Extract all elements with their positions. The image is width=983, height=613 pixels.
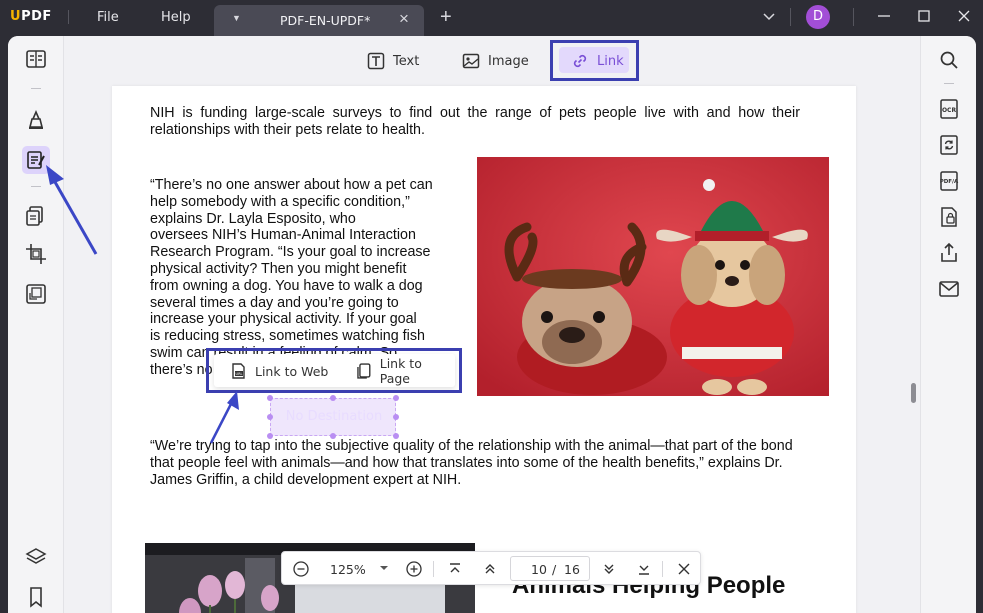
highlight-frame <box>206 348 462 393</box>
zoom-bar: 125% 10 / 16 <box>281 551 701 585</box>
convert-pdf-icon[interactable] <box>937 133 961 157</box>
right-toolbar: OCR PDF/A <box>920 36 976 613</box>
divider <box>31 88 41 89</box>
title-bar: UPDF File Help ▼ PDF-EN-UPDF* × + D <box>0 0 983 36</box>
resize-handle[interactable] <box>393 414 399 420</box>
protect-icon[interactable] <box>937 205 961 229</box>
resize-handle[interactable] <box>393 395 399 401</box>
text-tool-button[interactable]: Text <box>367 48 419 74</box>
minimize-icon[interactable] <box>876 8 892 24</box>
resize-handle[interactable] <box>267 395 273 401</box>
annotation-arrow <box>209 391 239 444</box>
zoom-level[interactable]: 125% <box>330 562 366 577</box>
share-icon[interactable] <box>937 241 961 265</box>
image-tool-button[interactable]: Image <box>462 48 529 74</box>
paragraph: “We’re trying to tap into the subjective… <box>150 438 793 488</box>
logo-rest: PDF <box>21 9 52 24</box>
edit-toolbar: Text Image Link <box>64 36 920 86</box>
scrollbar-thumb[interactable] <box>911 383 916 403</box>
search-icon[interactable] <box>937 48 961 72</box>
next-page-icon[interactable] <box>600 560 618 578</box>
menu-help[interactable]: Help <box>161 10 191 25</box>
divider <box>662 561 663 577</box>
image-icon <box>462 53 480 69</box>
dogs-photo[interactable] <box>477 157 829 396</box>
divider <box>853 8 854 26</box>
close-icon[interactable] <box>675 560 693 578</box>
maximize-icon[interactable] <box>916 8 932 24</box>
zoom-in-icon[interactable] <box>405 560 423 578</box>
text-line: “There’s no one answer about how a pet c… <box>150 177 433 193</box>
divider <box>790 8 791 26</box>
resize-handle[interactable] <box>267 414 273 420</box>
text-icon <box>367 52 385 70</box>
text-line: increase your physical activity. If your… <box>150 311 417 328</box>
zoom-dropdown-icon[interactable] <box>378 562 390 574</box>
convert-icon[interactable] <box>24 282 48 306</box>
link-destination-box[interactable]: No Destination <box>270 398 396 436</box>
divider <box>944 83 954 84</box>
app-logo: UPDF <box>10 9 52 24</box>
close-tab-icon[interactable]: × <box>399 9 409 29</box>
annotation-arrow <box>46 165 98 255</box>
resize-handle[interactable] <box>330 395 336 401</box>
svg-text:OCR: OCR <box>942 107 957 114</box>
text-line: help somebody with a specific condition,… <box>150 193 410 210</box>
zoom-out-icon[interactable] <box>292 560 310 578</box>
tab-title: PDF-EN-UPDF* <box>280 13 371 28</box>
first-page-icon[interactable] <box>446 560 464 578</box>
highlight-frame <box>550 40 639 81</box>
paragraph: NIH is funding large-scale surveys to fi… <box>150 105 800 138</box>
left-toolbar <box>8 36 64 613</box>
main-area: Text Image Link OCR PDF/A NIH is funding… <box>8 36 976 613</box>
image-tool-label: Image <box>488 53 529 69</box>
bookmark-icon[interactable] <box>24 585 48 609</box>
text-line: Research Program. “Is your goal to incre… <box>150 244 431 261</box>
email-icon[interactable] <box>937 277 961 301</box>
text-tool-label: Text <box>393 53 420 69</box>
ocr-icon[interactable]: OCR <box>937 97 961 121</box>
page-separator: / <box>552 562 557 577</box>
divider <box>68 10 69 24</box>
pdfa-icon[interactable]: PDF/A <box>937 169 961 193</box>
new-tab-button[interactable]: + <box>440 6 452 29</box>
no-destination-label: No Destination <box>285 409 383 424</box>
text-line: is reducing stress, sometimes watching f… <box>150 328 425 345</box>
current-page: 10 <box>531 562 547 577</box>
document-tab[interactable]: ▼ PDF-EN-UPDF* × <box>214 5 424 36</box>
text-line: oversees NIH’s Human-Animal Interaction <box>150 227 416 244</box>
avatar[interactable]: D <box>806 5 830 29</box>
menu-file[interactable]: File <box>97 10 119 25</box>
close-window-icon[interactable] <box>956 8 972 24</box>
svg-text:PDF/A: PDF/A <box>940 179 959 185</box>
tab-dropdown-icon[interactable]: ▼ <box>232 13 241 23</box>
previous-page-icon[interactable] <box>481 560 499 578</box>
text-line: from owning a dog. You have to walk a do… <box>150 277 423 294</box>
divider <box>433 561 434 577</box>
comment-icon[interactable] <box>24 108 48 132</box>
chevron-down-icon[interactable] <box>761 8 777 24</box>
layers-icon[interactable] <box>24 545 48 569</box>
total-pages: 16 <box>564 562 580 577</box>
reader-icon[interactable] <box>24 47 48 71</box>
text-line: several times a day and you’re going to <box>150 294 399 311</box>
text-line: physical activity? Then you might benefi… <box>150 260 407 277</box>
last-page-icon[interactable] <box>635 560 653 578</box>
text-line: explains Dr. Layla Esposito, who <box>150 210 356 227</box>
page-number-field[interactable]: 10 / 16 <box>510 556 590 581</box>
